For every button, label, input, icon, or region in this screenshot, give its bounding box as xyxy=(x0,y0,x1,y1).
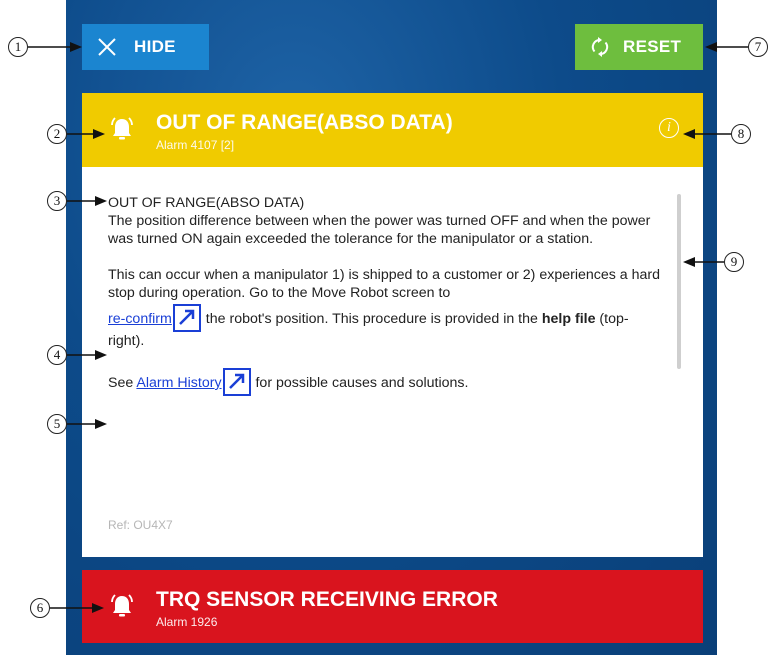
callout-arrow-9 xyxy=(683,257,724,267)
message-reconfirm-text: the robot's position. This procedure is … xyxy=(201,311,542,327)
help-file-label: help file xyxy=(541,311,596,327)
active-alarm-header[interactable]: OUT OF RANGE(ABSO DATA) Alarm 4107 [2] i xyxy=(82,93,703,167)
scrollbar[interactable] xyxy=(677,194,681,369)
callout-arrow-2 xyxy=(67,129,105,139)
hide-button[interactable]: HIDE xyxy=(82,24,209,70)
callout-4: 4 xyxy=(47,345,67,365)
callout-arrow-7 xyxy=(705,42,748,52)
callout-8: 8 xyxy=(731,124,751,144)
external-link-icon[interactable] xyxy=(172,304,201,332)
queued-alarm-title: TRQ SENSOR RECEIVING ERROR xyxy=(156,588,498,611)
reference-code: Ref: OU4X7 xyxy=(108,518,173,532)
close-icon xyxy=(96,36,118,58)
alarm-history-link[interactable]: Alarm History xyxy=(136,375,221,391)
queued-alarm-header[interactable]: TRQ SENSOR RECEIVING ERROR Alarm 1926 xyxy=(82,570,703,643)
see-prefix: See xyxy=(108,375,137,391)
message-paragraph-2: This can occur when a manipulator 1) is … xyxy=(108,266,663,302)
message-paragraph-2-cont: re-confirm the robot's position. This pr… xyxy=(108,304,663,350)
refresh-icon xyxy=(589,36,611,58)
callout-arrow-1 xyxy=(28,42,82,52)
message-see-history: See Alarm History for possible causes an… xyxy=(108,368,663,396)
callout-2: 2 xyxy=(47,124,67,144)
callout-1: 1 xyxy=(8,37,28,57)
callout-3: 3 xyxy=(47,191,67,211)
reset-button[interactable]: RESET xyxy=(575,24,703,70)
callout-arrow-5 xyxy=(67,419,107,429)
alarm-title: OUT OF RANGE(ABSO DATA) xyxy=(156,111,453,134)
alarm-code: Alarm 4107 [2] xyxy=(156,138,235,152)
callout-arrow-3 xyxy=(67,196,107,206)
external-link-icon[interactable] xyxy=(222,368,251,396)
message-paragraph-2-start: This can occur when a manipulator 1) is … xyxy=(108,267,661,301)
bell-icon xyxy=(108,592,136,620)
see-suffix: for possible causes and solutions. xyxy=(251,375,469,391)
callout-6: 6 xyxy=(30,598,50,618)
hide-button-label: HIDE xyxy=(134,37,176,56)
queued-alarm-code: Alarm 1926 xyxy=(156,615,218,629)
callout-9: 9 xyxy=(724,252,744,272)
bell-icon xyxy=(108,115,136,143)
callout-7: 7 xyxy=(748,37,768,57)
alarm-message-text: OUT OF RANGE(ABSO DATA) The position dif… xyxy=(108,194,663,396)
info-icon[interactable]: i xyxy=(659,118,679,138)
alarm-message-panel[interactable]: OUT OF RANGE(ABSO DATA) The position dif… xyxy=(82,167,703,557)
reset-button-label: RESET xyxy=(623,37,682,56)
message-paragraph-1: The position difference between when the… xyxy=(108,213,651,247)
callout-arrow-6 xyxy=(50,603,104,613)
callout-5: 5 xyxy=(47,414,67,434)
reconfirm-link[interactable]: re-confirm xyxy=(108,311,172,327)
message-heading: OUT OF RANGE(ABSO DATA) xyxy=(108,195,305,211)
callout-arrow-4 xyxy=(67,350,107,360)
callout-arrow-8 xyxy=(683,129,731,139)
